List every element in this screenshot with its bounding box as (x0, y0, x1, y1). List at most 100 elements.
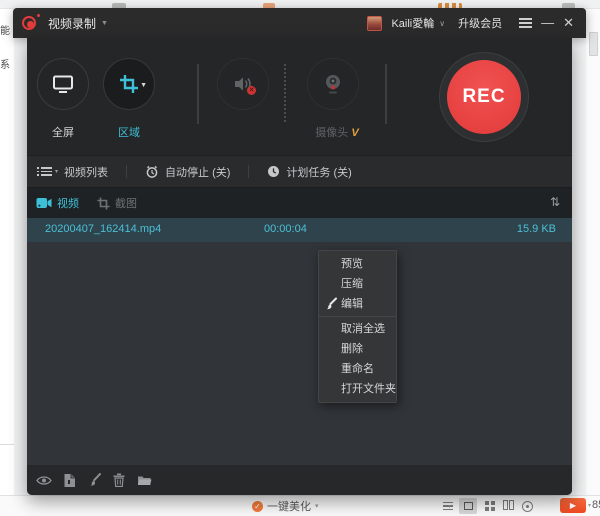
menu-item-deselect-all[interactable]: 取消全选 (319, 319, 396, 339)
divider (197, 64, 199, 124)
view-large-icon (464, 502, 473, 510)
background-window-fragment (589, 32, 598, 56)
chevron-down-icon: ∨ (439, 19, 445, 28)
rec-button[interactable]: REC (439, 52, 529, 142)
video-list-toggle[interactable]: ▾ 视频列表 (41, 164, 108, 180)
video-list-icon (41, 167, 52, 176)
scheduled-task-label: 计划任务 (关) (286, 164, 351, 180)
video-camera-icon (36, 197, 52, 209)
preview-button[interactable] (35, 471, 53, 489)
brush-icon (87, 473, 101, 487)
webcam-label: 摄像头 V (299, 124, 375, 140)
beautify-icon: ✓ (252, 501, 263, 512)
edit-button[interactable] (85, 471, 103, 489)
menu-item-edit-label: 编辑 (341, 298, 363, 310)
mute-badge-icon: ✕ (247, 86, 256, 95)
close-button[interactable]: ✕ (563, 15, 574, 31)
menu-item-edit[interactable]: 编辑 (319, 294, 396, 314)
chevron-down-icon: ▼ (140, 82, 147, 89)
file-duration: 00:00:04 (264, 223, 307, 235)
account-name[interactable]: Kaili愛輪 (391, 15, 434, 31)
file-icon (63, 473, 76, 488)
tab-screenshot[interactable]: 截图 (97, 195, 137, 211)
divider (385, 64, 387, 124)
list-item-recording[interactable]: 20200407_162414.mp4 00:00:04 15.9 KB (27, 218, 572, 242)
file-name: 20200407_162414.mp4 (45, 223, 161, 235)
background-text-fragment: 能 (0, 22, 13, 37)
tab-video[interactable]: 视频 (36, 195, 79, 211)
chevron-icon: ▾ (55, 168, 58, 175)
compress-file-button[interactable] (60, 471, 78, 489)
brush-icon (323, 297, 337, 318)
view-detail-button[interactable] (522, 501, 533, 512)
webcam-icon (323, 73, 343, 95)
rec-label: REC (462, 86, 505, 108)
menu-item-compress[interactable]: 压缩 (319, 274, 396, 294)
open-folder-button[interactable] (135, 471, 153, 489)
list-toolbar: ▾ 视频列表 自动停止 (关) 计划任务 (关) (27, 155, 572, 188)
sort-order-icon[interactable]: ⇅ (550, 195, 560, 209)
media-tab-strip: 视频 截图 ⇅ (27, 188, 572, 218)
auto-stop-button[interactable]: 自动停止 (关) (145, 164, 230, 180)
menu-item-preview[interactable]: 预览 (319, 254, 396, 274)
record-control-panel: 全屏 ▼ 区域 ✕ (27, 38, 572, 155)
auto-stop-label: 自动停止 (关) (165, 164, 230, 180)
background-text-fragment: 系 (0, 56, 13, 71)
beautify-button[interactable]: ✓ 一键美化 ▾ (252, 498, 319, 514)
delete-button[interactable] (110, 471, 128, 489)
screen: 能 系 ✓ 一键美化 ▾ ▾ ▶ ▾ 859 视频录制 ▼ (0, 0, 600, 516)
app-window-body: 全屏 ▼ 区域 ✕ (27, 38, 572, 495)
webcam-button[interactable] (307, 58, 359, 110)
alarm-clock-icon (145, 165, 159, 179)
item-count: 859 (592, 499, 600, 511)
webcam-label-text: 摄像头 (315, 127, 348, 139)
upgrade-membership-link[interactable]: 升级会员 (458, 15, 502, 31)
background-left-strip (0, 0, 14, 495)
view-large-button[interactable] (459, 498, 477, 514)
eye-icon (36, 475, 52, 486)
chevron-down-icon: ▾ (315, 502, 319, 510)
view-columns-button[interactable] (503, 497, 514, 515)
tab-screenshot-label: 截图 (115, 195, 137, 211)
chevron-down-icon: ▾ (448, 503, 451, 510)
minimize-button[interactable]: — (541, 18, 554, 28)
chevron-down-icon[interactable]: ▼ (101, 20, 108, 27)
file-size: 15.9 KB (517, 223, 556, 235)
main-menu-button[interactable] (519, 18, 532, 28)
sound-mute-button[interactable]: ✕ (217, 58, 269, 110)
fullscreen-button[interactable] (37, 58, 89, 110)
app-titlebar: 视频录制 ▼ Kaili愛輪 ∨ 升级会员 — ✕ (13, 8, 586, 38)
folder-icon (137, 474, 152, 486)
menu-item-open-folder[interactable]: 打开文件夹 (319, 379, 396, 399)
app-title: 视频录制 (48, 15, 96, 32)
menu-item-rename[interactable]: 重命名 (319, 359, 396, 379)
avatar[interactable] (367, 16, 382, 31)
divider (248, 165, 249, 178)
background-right-strip (586, 0, 600, 495)
fullscreen-label: 全屏 (33, 124, 93, 140)
rec-button-inner: REC (447, 60, 521, 134)
trash-icon (113, 473, 125, 487)
monitor-icon (52, 75, 74, 94)
view-list-button[interactable]: ▾ (443, 502, 451, 511)
clock-icon (267, 165, 280, 178)
video-list-label: 视频列表 (64, 164, 108, 180)
scheduled-task-button[interactable]: 计划任务 (关) (267, 164, 351, 180)
menu-item-delete[interactable]: 删除 (319, 339, 396, 359)
view-options-group: ▾ (443, 498, 533, 514)
background-divider (0, 444, 14, 445)
crop-region-icon (119, 74, 139, 94)
region-button[interactable]: ▼ (103, 58, 155, 110)
view-grid-button[interactable] (485, 501, 495, 511)
app-logo-record-icon (22, 14, 40, 32)
recordings-list: 20200407_162414.mp4 00:00:04 15.9 KB (27, 218, 572, 465)
chevron-down-icon: ▾ (588, 502, 591, 509)
vip-badge: V (351, 127, 358, 139)
divider (126, 165, 127, 178)
play-button[interactable]: ▶ (560, 498, 586, 513)
crop-screenshot-icon (97, 197, 110, 210)
footer-action-bar (27, 465, 572, 495)
context-menu: 预览 压缩 编辑 取消全选 删除 重命名 打开文件夹 (318, 250, 397, 403)
dotted-divider (284, 64, 286, 124)
region-label: 区域 (99, 124, 159, 140)
